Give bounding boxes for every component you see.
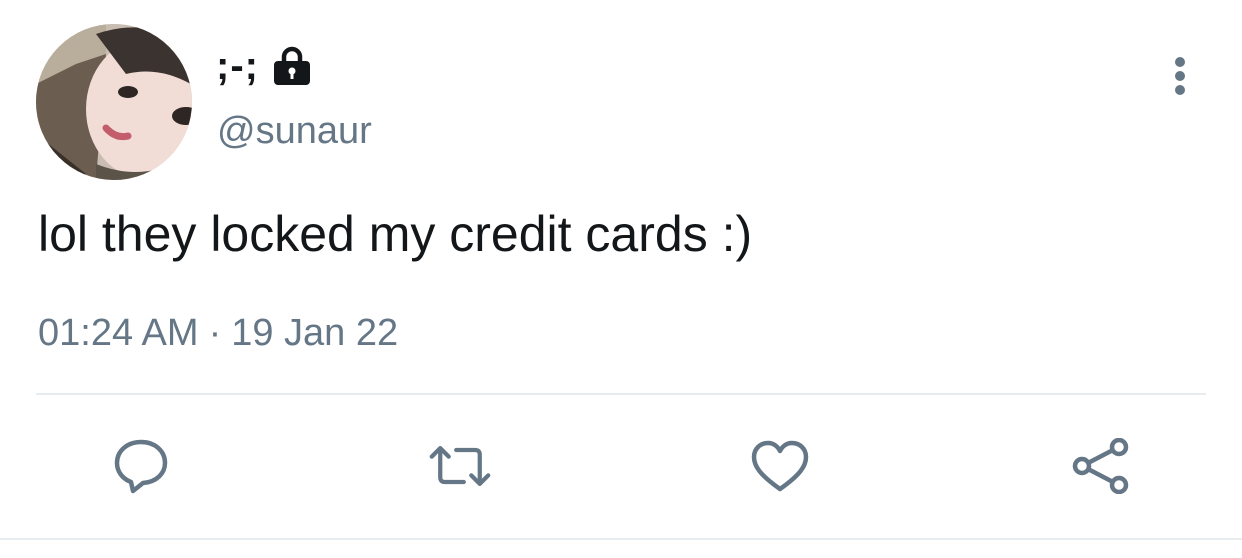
- author-name-row: ;-;: [216, 40, 313, 92]
- divider: [36, 393, 1206, 395]
- avatar[interactable]: [36, 24, 192, 180]
- reply-button[interactable]: [109, 436, 173, 496]
- author-handle[interactable]: @sunaur: [217, 110, 372, 153]
- like-button[interactable]: [748, 436, 812, 496]
- heart-icon: [751, 440, 809, 492]
- more-options-button[interactable]: [1158, 52, 1202, 100]
- bottom-divider: [0, 538, 1242, 540]
- retweet-icon: [429, 445, 491, 486]
- tweet-date: 19 Jan 22: [231, 312, 399, 354]
- share-button[interactable]: [1069, 436, 1133, 496]
- tweet-time: 01:24 AM: [38, 312, 199, 354]
- avatar-photo: [36, 24, 192, 180]
- share-icon: [1072, 438, 1129, 494]
- tweet-timestamp[interactable]: 01:24 AM · 19 Jan 22: [38, 312, 398, 355]
- retweet-button[interactable]: [428, 436, 492, 496]
- display-name[interactable]: ;-;: [216, 44, 259, 89]
- lock-icon: [271, 45, 313, 87]
- timestamp-separator: ·: [208, 312, 222, 354]
- tweet-text: lol they locked my credit cards :): [38, 206, 753, 262]
- more-vertical-icon: [1175, 57, 1185, 95]
- reply-icon: [114, 439, 168, 494]
